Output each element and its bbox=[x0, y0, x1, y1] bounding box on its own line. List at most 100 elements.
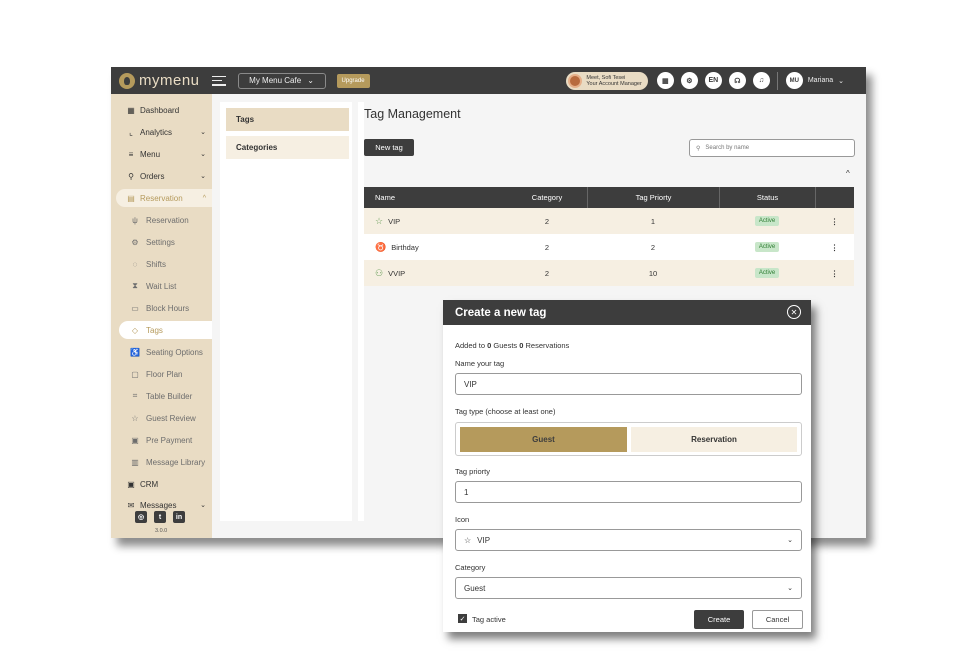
row-priority: 1 bbox=[650, 216, 656, 226]
chevron-down-icon: ⌄ bbox=[200, 173, 206, 180]
user-avatar: MU bbox=[785, 72, 803, 89]
tag-icon: ◇ bbox=[131, 325, 139, 335]
sidebar-subitem-shifts[interactable]: ◌ Shifts bbox=[111, 255, 212, 273]
column-status[interactable]: Status bbox=[719, 187, 815, 208]
table-row[interactable]: ♉ Birthday 2 2 Active ⋮ bbox=[364, 234, 854, 260]
column-priority[interactable]: Tag Priorty bbox=[587, 187, 719, 208]
priority-label: Tag priorty bbox=[455, 467, 491, 476]
status-badge: Active bbox=[754, 242, 780, 252]
row-priority: 2 bbox=[650, 242, 656, 252]
modal-title: Create a new tag bbox=[455, 306, 547, 319]
floor-plan-icon: ▢ bbox=[131, 369, 139, 379]
tag-type-reservation-button[interactable]: Reservation bbox=[631, 427, 797, 452]
chevron-up-icon: ^ bbox=[202, 194, 206, 202]
status-badge: Active bbox=[754, 216, 780, 226]
sidebar-item-crm[interactable]: ▣ CRM bbox=[111, 475, 212, 493]
sidebar-item-menu[interactable]: ≡ Menu ⌄ bbox=[111, 145, 212, 163]
tag-type-label: Tag type (choose at least one) bbox=[455, 407, 556, 416]
library-icon: ▥ bbox=[131, 457, 139, 467]
social-links: ◎ t in bbox=[135, 511, 185, 523]
dashboard-icon: ▦ bbox=[127, 105, 135, 115]
payment-icon: ▣ bbox=[131, 435, 139, 445]
account-manager-card[interactable]: Meet, Sofi Tesei Your Account Manager bbox=[566, 71, 648, 90]
create-button[interactable]: Create bbox=[694, 610, 744, 629]
sidebar-subitem-floor-plan[interactable]: ▢ Floor Plan bbox=[111, 365, 212, 383]
support-icon[interactable]: ☊ bbox=[728, 72, 746, 89]
settings-gear-icon[interactable]: ⚙ bbox=[680, 72, 698, 89]
upgrade-button[interactable]: Upgrade bbox=[336, 73, 370, 88]
sidebar-subitem-tags[interactable]: ◇ Tags bbox=[119, 321, 212, 339]
sidebar-subitem-reservation[interactable]: ψ Reservation bbox=[111, 211, 212, 229]
tag-type-guest-button[interactable]: Guest bbox=[460, 427, 627, 452]
sidebar-subitem-block-hours[interactable]: ▭ Block Hours bbox=[111, 299, 212, 317]
cancel-button[interactable]: Cancel bbox=[752, 610, 803, 629]
sidebar-subitem-message-library[interactable]: ▥ Message Library bbox=[111, 453, 212, 471]
sidebar-item-dashboard[interactable]: ▦ Dashboard bbox=[111, 101, 212, 119]
bell-icon[interactable]: ♫ bbox=[752, 72, 770, 89]
row-priority: 10 bbox=[648, 268, 658, 278]
page-title: Tag Management bbox=[364, 107, 461, 121]
row-name: Birthday bbox=[391, 242, 419, 252]
added-to-summary: Added to 0 Guests 0 Reservations bbox=[455, 341, 570, 350]
seat-icon: ♿ bbox=[130, 347, 140, 357]
trophy-icon: ♉ bbox=[375, 241, 387, 252]
sidebar-item-orders[interactable]: ⚲ Orders ⌄ bbox=[111, 167, 212, 185]
star-icon: ☆ bbox=[464, 535, 472, 545]
top-bar: mymenu My Menu Cafe ⌄ Upgrade Meet, Sofi… bbox=[111, 67, 866, 94]
gear-icon: ⚙ bbox=[131, 237, 139, 247]
messages-icon: ✉ bbox=[127, 500, 135, 510]
new-tag-button[interactable]: New tag bbox=[364, 139, 414, 156]
more-options-icon[interactable]: ⋮ bbox=[815, 243, 854, 252]
column-name[interactable]: Name bbox=[364, 187, 507, 208]
chevron-down-icon: ⌄ bbox=[307, 76, 314, 85]
instagram-icon[interactable]: ◎ bbox=[135, 511, 147, 523]
review-icon: ☆ bbox=[131, 413, 139, 423]
column-actions bbox=[815, 187, 854, 208]
chevron-down-icon: ⌄ bbox=[787, 585, 793, 592]
sidebar-subitem-table-builder[interactable]: ⌗ Table Builder bbox=[111, 387, 212, 405]
tag-name-input[interactable]: VIP bbox=[455, 373, 802, 395]
more-options-icon[interactable]: ⋮ bbox=[815, 269, 854, 278]
table-row[interactable]: ☆ VIP 2 1 Active ⋮ bbox=[364, 208, 854, 234]
more-options-icon[interactable]: ⋮ bbox=[815, 217, 854, 226]
search-placeholder: Search by name bbox=[705, 145, 750, 151]
chevron-down-icon: ⌄ bbox=[838, 77, 844, 85]
row-category: 2 bbox=[544, 242, 550, 252]
chevron-down-icon: ⌄ bbox=[200, 129, 206, 136]
linkedin-icon[interactable]: in bbox=[173, 511, 185, 523]
sidebar-subitem-settings[interactable]: ⚙ Settings bbox=[111, 233, 212, 251]
category-select[interactable]: Guest ⌄ bbox=[455, 577, 802, 599]
table-header: Name Category Tag Priorty Status bbox=[364, 187, 854, 208]
sidebar-subitem-pre-payment[interactable]: ▣ Pre Payment bbox=[111, 431, 212, 449]
column-category[interactable]: Category bbox=[507, 187, 587, 208]
manager-avatar bbox=[568, 73, 583, 88]
language-button[interactable]: EN bbox=[704, 72, 722, 89]
search-input[interactable]: ⚲ Search by name bbox=[689, 139, 855, 157]
tag-type-toggle: Guest Reservation bbox=[455, 422, 802, 456]
apps-grid-icon[interactable]: ▦ bbox=[656, 72, 674, 89]
hamburger-menu-icon[interactable] bbox=[211, 75, 226, 86]
chevron-up-icon[interactable]: ^ bbox=[846, 169, 850, 178]
manager-line-2: Your Account Manager bbox=[586, 80, 642, 87]
tag-priority-input[interactable]: 1 bbox=[455, 481, 802, 503]
version-label: 3.0.0 bbox=[155, 528, 168, 534]
subnav-categories[interactable]: Categories bbox=[226, 136, 349, 159]
subnav-tags[interactable]: Tags bbox=[226, 108, 349, 131]
sidebar-item-reservation[interactable]: ▤ Reservation ^ bbox=[116, 189, 212, 207]
sidebar-subitem-guest-review[interactable]: ☆ Guest Review bbox=[111, 409, 212, 427]
chevron-down-icon: ⌄ bbox=[200, 502, 206, 509]
logo[interactable]: mymenu bbox=[119, 72, 200, 89]
hourglass-icon: ⧗ bbox=[132, 281, 138, 290]
menu-icon: ≡ bbox=[128, 149, 134, 159]
tag-active-checkbox[interactable]: ✓ bbox=[458, 614, 467, 623]
close-icon[interactable]: ✕ bbox=[787, 305, 801, 319]
table-row[interactable]: ⚇ VVIP 2 10 Active ⋮ bbox=[364, 260, 854, 286]
sidebar-subitem-seating-options[interactable]: ♿ Seating Options bbox=[111, 343, 212, 361]
sidebar-item-analytics[interactable]: ⌞ Analytics ⌄ bbox=[111, 123, 212, 141]
icon-select[interactable]: ☆ VIP ⌄ bbox=[455, 529, 802, 551]
cafe-select[interactable]: My Menu Cafe ⌄ bbox=[237, 72, 326, 89]
twitter-icon[interactable]: t bbox=[154, 511, 166, 523]
sidebar-subitem-wait-list[interactable]: ⧗ Wait List bbox=[111, 277, 212, 295]
block-icon: ▭ bbox=[131, 303, 139, 313]
user-menu[interactable]: MU Mariana ⌄ bbox=[785, 72, 844, 89]
